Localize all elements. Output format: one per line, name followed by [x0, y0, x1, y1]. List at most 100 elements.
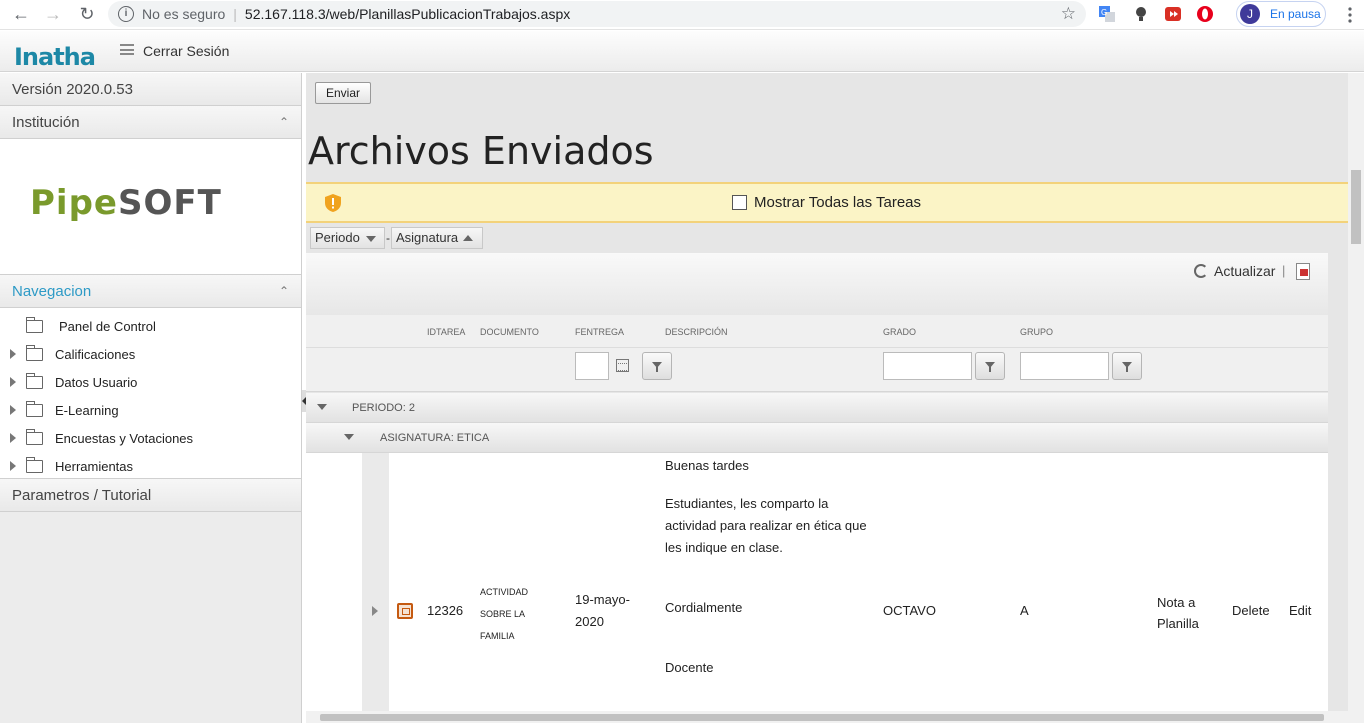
- lightbulb-extension-icon[interactable]: [1132, 5, 1150, 23]
- show-all-tasks-checkbox[interactable]: [732, 195, 747, 210]
- filter-icon: [1122, 362, 1132, 372]
- chevron-up-icon[interactable]: ⌃: [279, 275, 289, 308]
- nav-item-datos-usuario[interactable]: Datos Usuario: [0, 368, 301, 396]
- nav-item-calificaciones[interactable]: Calificaciones: [0, 340, 301, 368]
- send-button[interactable]: Enviar: [315, 82, 371, 104]
- back-icon[interactable]: ←: [6, 0, 36, 28]
- folder-icon: [26, 428, 43, 445]
- folder-icon: [26, 344, 43, 361]
- video-extension-icon[interactable]: [1164, 5, 1182, 23]
- column-header-grado[interactable]: GRADO: [883, 327, 916, 337]
- info-icon[interactable]: i: [118, 6, 134, 22]
- expand-arrow-icon[interactable]: [10, 405, 16, 415]
- cell-documento[interactable]: ACTIVIDAD SOBRE LA FAMILIA: [480, 581, 528, 647]
- toolbar-separator: |: [1282, 263, 1286, 278]
- row-indent: [306, 453, 362, 723]
- folder-icon: [26, 372, 43, 389]
- warning-shield-icon: [325, 194, 341, 212]
- collapse-arrow-icon[interactable]: [317, 404, 327, 410]
- date-line: 19-mayo-: [575, 592, 630, 607]
- nav-item-herramientas[interactable]: Herramientas: [0, 452, 301, 480]
- parameters-tutorial-header[interactable]: Parametros / Tutorial: [0, 479, 301, 512]
- grado-filter-input[interactable]: [883, 352, 972, 380]
- address-separator: |: [233, 6, 237, 22]
- institution-logo: PipeSOFT: [0, 139, 301, 275]
- grupo-filter-input[interactable]: [1020, 352, 1109, 380]
- grid-toolbar: Actualizar |: [306, 253, 1328, 315]
- nav-item-panel-de-control[interactable]: Panel de Control: [0, 312, 301, 340]
- navigation-header[interactable]: Navegacion ⌃: [0, 275, 301, 308]
- grid-header: IDTAREA DOCUMENTO FENTREGA DESCRIPCIÓN G…: [306, 315, 1328, 348]
- expand-row-icon[interactable]: [372, 606, 378, 616]
- cell-grupo: A: [1020, 603, 1029, 618]
- nota-a-planilla-link[interactable]: Nota a Planilla: [1157, 592, 1199, 634]
- group-separator: -: [386, 231, 390, 245]
- delete-link[interactable]: Delete: [1232, 603, 1270, 618]
- column-header-idtarea[interactable]: IDTAREA: [427, 327, 465, 337]
- horizontal-scrollbar[interactable]: [306, 711, 1348, 723]
- url-text[interactable]: 52.167.118.3/web/PlanillasPublicacionTra…: [245, 6, 570, 22]
- calendar-icon[interactable]: [616, 359, 629, 372]
- address-bar[interactable]: i No es seguro | 52.167.118.3/web/Planil…: [108, 1, 1086, 27]
- show-all-tasks-option[interactable]: Mostrar Todas las Tareas: [732, 194, 921, 211]
- presentation-file-icon[interactable]: [397, 603, 413, 619]
- cell-idtarea: 12326: [427, 603, 464, 618]
- folder-icon: [26, 316, 43, 333]
- filter-row: [306, 348, 1328, 392]
- expand-arrow-icon[interactable]: [10, 433, 16, 443]
- hamburger-menu-icon[interactable]: [120, 44, 134, 55]
- expand-arrow-icon[interactable]: [10, 349, 16, 359]
- app-logo[interactable]: Inatha: [14, 43, 96, 71]
- filter-icon: [985, 362, 995, 372]
- app-header: Inatha Cerrar Sesión: [0, 31, 1364, 72]
- browser-menu-icon[interactable]: [1340, 6, 1360, 24]
- bookmark-star-icon[interactable]: ☆: [1061, 4, 1076, 24]
- column-header-grupo[interactable]: GRUPO: [1020, 327, 1053, 337]
- nav-item-label: Herramientas: [55, 458, 134, 474]
- horizontal-scroll-thumb[interactable]: [320, 714, 1324, 721]
- group-row-periodo[interactable]: PERIODO: 2: [306, 393, 1328, 423]
- profile-status: En pausa: [1270, 7, 1321, 21]
- institution-label: Institución: [12, 114, 80, 131]
- collapse-arrow-icon[interactable]: [344, 434, 354, 440]
- table-row[interactable]: 12326 ACTIVIDAD SOBRE LA FAMILIA 19-mayo…: [306, 453, 1328, 723]
- sort-down-icon[interactable]: [366, 236, 376, 242]
- pipesoft-logo: PipeSOFT: [30, 183, 222, 223]
- profile-avatar: J: [1240, 4, 1260, 24]
- grado-filter-button[interactable]: [975, 352, 1005, 380]
- folder-icon: [26, 456, 43, 473]
- vertical-scrollbar[interactable]: [1348, 73, 1364, 723]
- column-header-documento[interactable]: DOCUMENTO: [480, 327, 539, 337]
- date-line: 2020: [575, 614, 604, 629]
- grupo-filter-button[interactable]: [1112, 352, 1142, 380]
- expand-arrow-icon[interactable]: [10, 377, 16, 387]
- description-line: Estudiantes, les comparto la actividad p…: [665, 496, 867, 555]
- column-header-fentrega[interactable]: FENTREGA: [575, 327, 624, 337]
- reload-icon[interactable]: ↻: [72, 0, 102, 28]
- translate-extension-icon[interactable]: G: [1098, 5, 1116, 23]
- column-header-descripcion[interactable]: DESCRIPCIÓN: [665, 327, 728, 337]
- navigation-tree: Panel de Control Calificaciones Datos Us…: [0, 308, 301, 479]
- group-chip-periodo[interactable]: Periodo: [310, 227, 385, 249]
- group-row-asignatura[interactable]: ASIGNATURA: ETICA: [306, 423, 1328, 453]
- profile-button[interactable]: J En pausa: [1236, 1, 1326, 27]
- export-pdf-icon[interactable]: [1296, 263, 1310, 280]
- edit-link[interactable]: Edit: [1289, 603, 1311, 618]
- fentrega-filter-button[interactable]: [642, 352, 672, 380]
- sort-up-icon[interactable]: [463, 235, 473, 241]
- opera-extension-icon[interactable]: [1196, 5, 1214, 23]
- institution-header[interactable]: Institución ⌃: [0, 106, 301, 139]
- group-chip-asignatura[interactable]: Asignatura: [391, 227, 483, 249]
- fentrega-filter-input[interactable]: [575, 352, 609, 380]
- action-line: Nota a: [1157, 595, 1196, 610]
- nav-item-e-learning[interactable]: E-Learning: [0, 396, 301, 424]
- warning-bar: Mostrar Todas las Tareas: [306, 182, 1348, 223]
- forward-icon[interactable]: →: [38, 0, 68, 28]
- chevron-up-icon[interactable]: ⌃: [279, 106, 289, 139]
- vertical-scroll-thumb[interactable]: [1351, 170, 1361, 244]
- logout-link[interactable]: Cerrar Sesión: [143, 43, 229, 59]
- refresh-button[interactable]: Actualizar: [1194, 263, 1275, 279]
- refresh-label: Actualizar: [1214, 263, 1276, 279]
- expand-arrow-icon[interactable]: [10, 461, 16, 471]
- nav-item-encuestas[interactable]: Encuestas y Votaciones: [0, 424, 301, 452]
